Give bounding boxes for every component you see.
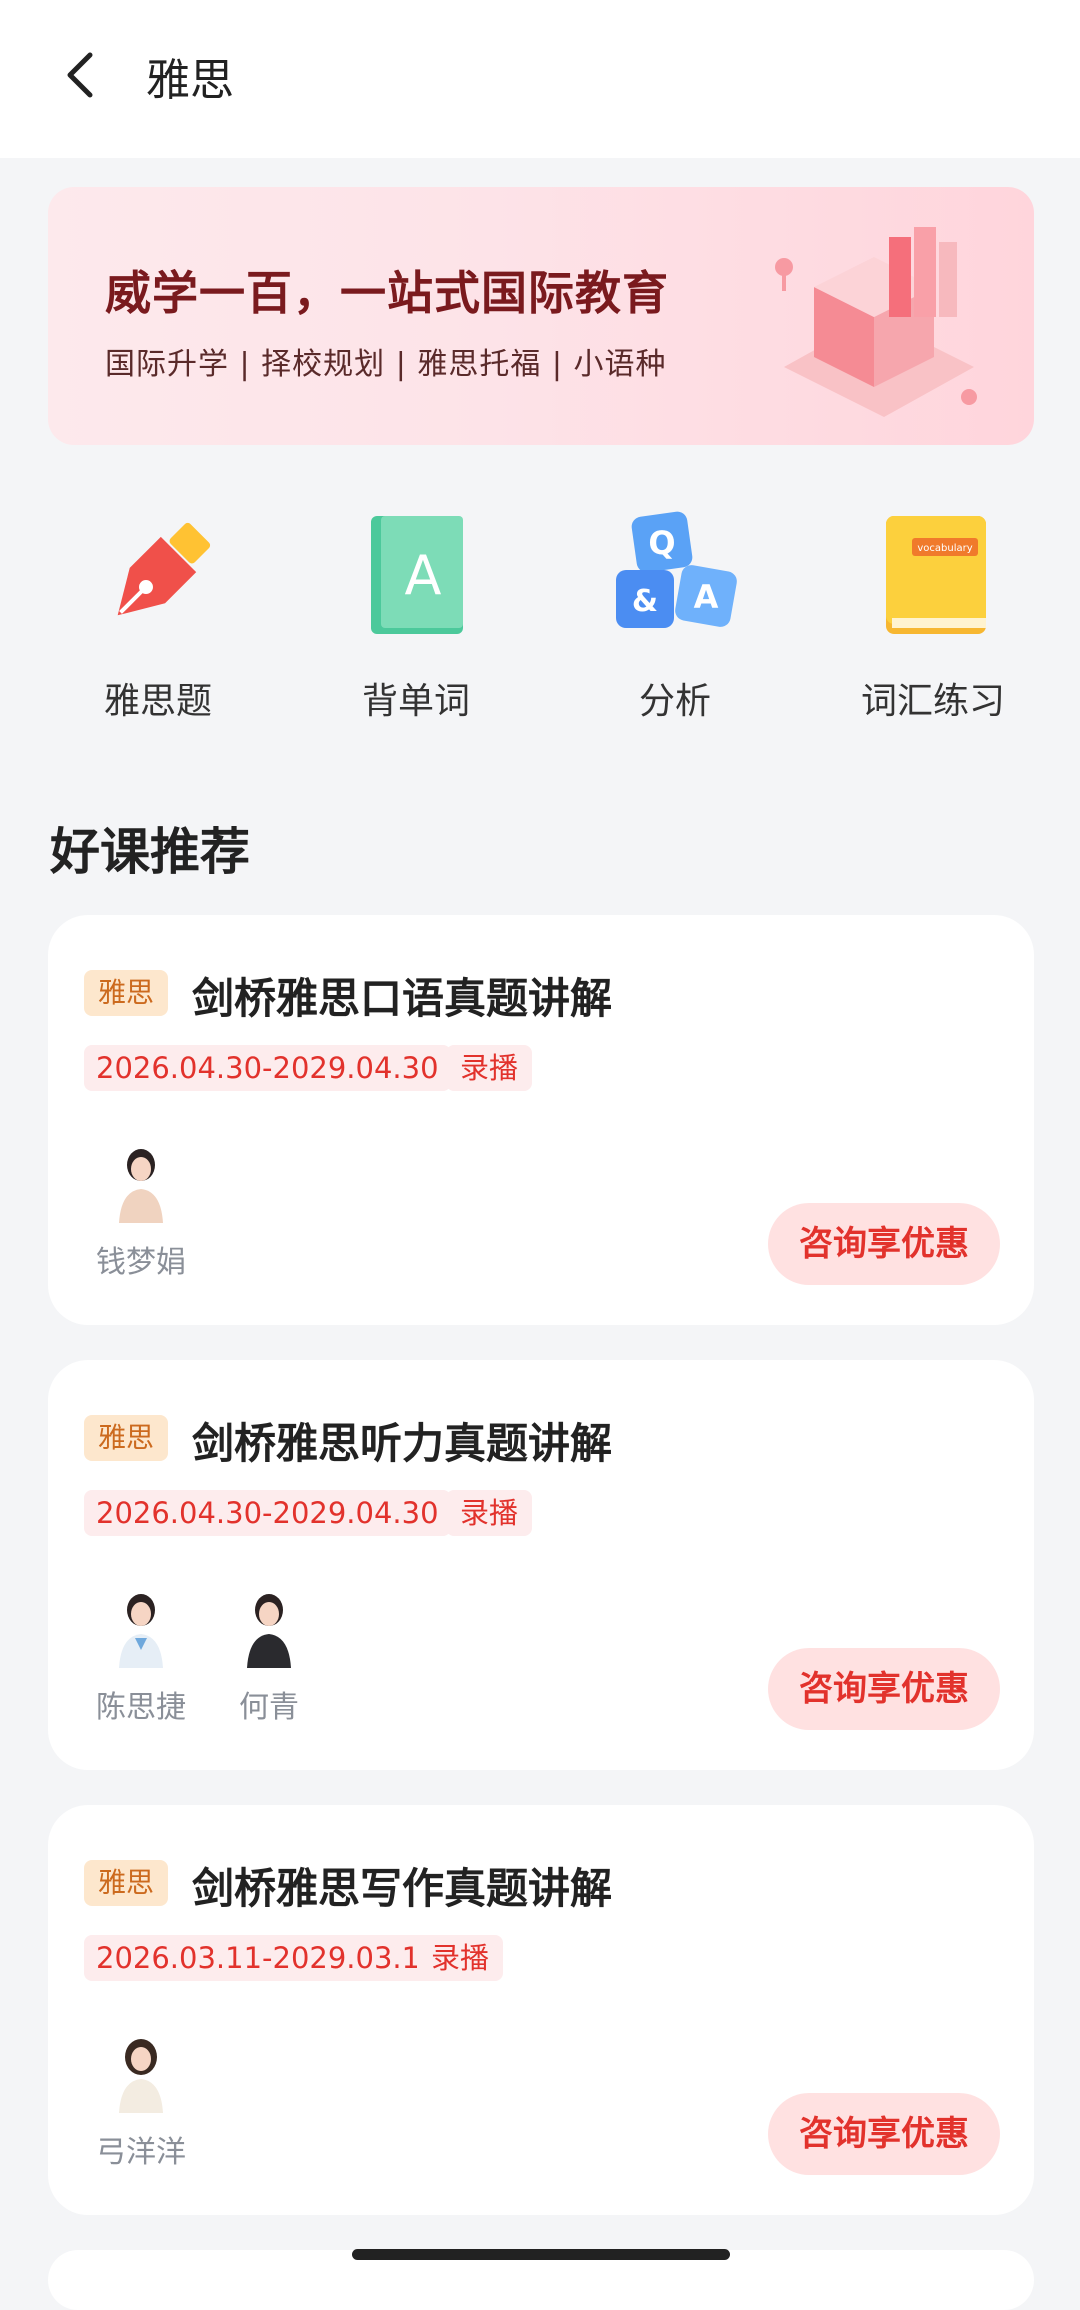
teacher: 钱梦娟 xyxy=(86,1145,196,1281)
back-button[interactable] xyxy=(50,45,110,105)
teacher-avatar xyxy=(119,1149,163,1223)
books-illustration-icon xyxy=(775,227,977,417)
course-date: 2026.04.30-2029.04.30 xyxy=(84,1045,451,1091)
book-a-icon: A xyxy=(371,516,463,634)
course-date: 2026.04.30-2029.04.30 xyxy=(84,1490,451,1536)
svg-text:Q: Q xyxy=(648,524,675,562)
course-date: 2026.03.11-2029.03.11 xyxy=(84,1935,451,1981)
page-title: 雅思 xyxy=(146,55,234,106)
shortcut-label: 分析 xyxy=(638,681,711,722)
shortcut-vocabulary-practice[interactable]: vocabulary 词汇练习 xyxy=(823,510,1043,722)
teacher: 何青 xyxy=(214,1590,324,1726)
teacher-avatar xyxy=(119,1594,163,1668)
vocabulary-book-label: vocabulary xyxy=(917,543,972,554)
banner-subtitle: 国际升学 | 择校规划 | 雅思托福 | 小语种 xyxy=(105,347,667,382)
home-indicator[interactable] xyxy=(352,2249,730,2260)
chevron-left-icon xyxy=(67,52,93,98)
promo-banner[interactable]: 威学一百，一站式国际教育 国际升学 | 择校规划 | 雅思托福 | 小语种 xyxy=(48,187,1034,445)
course-tag: 雅思 xyxy=(84,1415,169,1461)
shortcut-vocabulary-memorize[interactable]: A 背单词 xyxy=(306,510,526,722)
svg-text:A: A xyxy=(405,544,442,607)
teacher-avatar xyxy=(119,2039,163,2113)
course-title: 剑桥雅思口语真题讲解 xyxy=(192,974,613,1023)
section-title: 好课推荐 xyxy=(50,823,250,881)
teacher-name: 何青 xyxy=(239,1690,299,1725)
teacher-name: 钱梦娟 xyxy=(96,1245,186,1280)
teacher-name: 陈思捷 xyxy=(96,1690,186,1725)
consult-discount-button[interactable]: 咨询享优惠 xyxy=(768,1203,1000,1285)
shortcut-label: 雅思题 xyxy=(103,681,212,722)
consult-discount-button[interactable]: 咨询享优惠 xyxy=(768,1648,1000,1730)
course-card[interactable]: 雅思 剑桥雅思听力真题讲解 2026.04.30-2029.04.30 录播 陈… xyxy=(48,1360,1034,1770)
course-title: 剑桥雅思听力真题讲解 xyxy=(192,1419,613,1468)
shortcut-analysis[interactable]: Q & A 分析 xyxy=(565,510,785,722)
course-mode-badge: 录播 xyxy=(446,1045,533,1091)
top-bar: 雅思 xyxy=(0,0,1080,158)
course-card[interactable]: 雅思 剑桥雅思写作真题讲解 2026.03.11-2029.03.11 录播 弓… xyxy=(48,1805,1034,2215)
vocabulary-book-icon: vocabulary xyxy=(886,516,986,634)
shortcut-ielts-questions[interactable]: 雅思题 xyxy=(48,510,268,722)
svg-text:&: & xyxy=(632,584,658,619)
shortcut-label: 词汇练习 xyxy=(860,681,1005,722)
shortcut-label: 背单词 xyxy=(361,681,470,722)
consult-discount-button[interactable]: 咨询享优惠 xyxy=(768,2093,1000,2175)
course-card[interactable]: 雅思 剑桥雅思口语真题讲解 2026.04.30-2029.04.30 录播 钱… xyxy=(48,915,1034,1325)
teacher-avatar xyxy=(247,1594,291,1668)
course-tag: 雅思 xyxy=(84,1860,169,1906)
svg-text:A: A xyxy=(694,578,719,616)
teacher: 弓洋洋 xyxy=(86,2035,196,2171)
qa-blocks-icon: Q & A xyxy=(616,511,737,628)
shortcut-grid: 雅思题 A 背单词 Q & A 分析 vocabulary 词汇练习 xyxy=(48,510,1034,722)
banner-title: 威学一百，一站式国际教育 xyxy=(105,266,669,320)
course-mode-badge: 录播 xyxy=(446,1490,533,1536)
teacher-name: 弓洋洋 xyxy=(96,2135,186,2170)
teacher: 陈思捷 xyxy=(86,1590,196,1726)
course-tag: 雅思 xyxy=(84,970,169,1016)
course-title: 剑桥雅思写作真题讲解 xyxy=(192,1864,613,1913)
pen-icon xyxy=(117,522,211,616)
course-mode-badge: 录播 xyxy=(417,1935,504,1981)
